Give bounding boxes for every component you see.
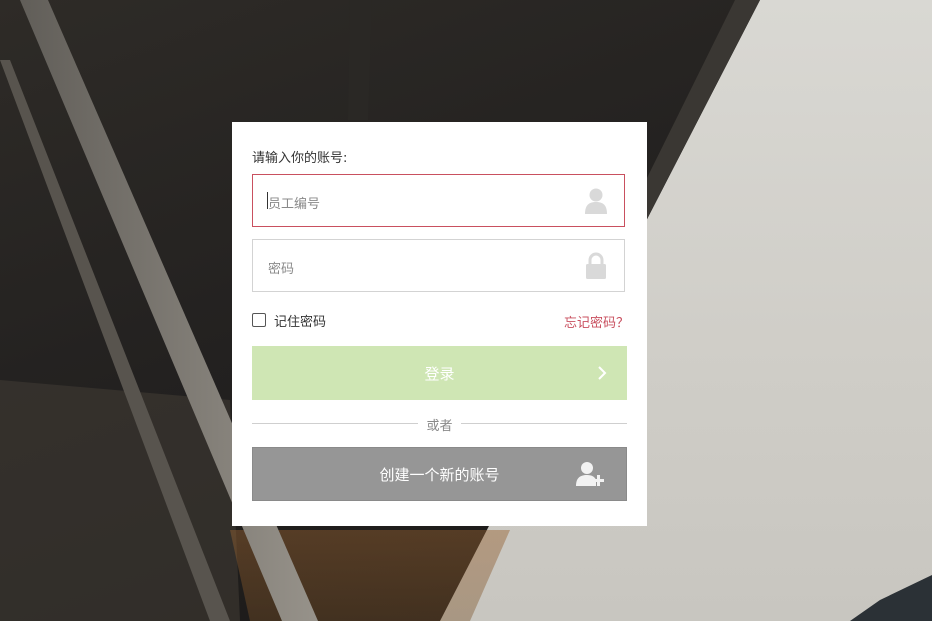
remember-checkbox[interactable] [252, 313, 266, 327]
forgot-password-link[interactable]: 忘记密码？ [564, 312, 629, 331]
login-card: 请输入你的账号: 员工编号 密码 记住密码 忘记密码？ 登录 或者 创建一个新的… [232, 122, 647, 526]
login-button-label: 登录 [424, 364, 455, 383]
or-divider: 或者 [252, 415, 627, 434]
chevron-right-icon [598, 366, 607, 380]
add-user-icon [576, 462, 604, 486]
divider-text: 或者 [426, 419, 453, 434]
lock-icon [586, 252, 606, 279]
username-placeholder: 员工编号 [268, 197, 321, 212]
create-account-button[interactable]: 创建一个新的账号 [252, 447, 627, 501]
user-icon [585, 188, 607, 214]
password-placeholder: 密码 [268, 262, 295, 277]
remember-password[interactable]: 记住密码 [252, 312, 327, 330]
login-button[interactable]: 登录 [252, 346, 627, 400]
divider-line-right [461, 423, 627, 424]
create-account-label: 创建一个新的账号 [379, 465, 500, 484]
login-prompt: 请输入你的账号: [252, 151, 348, 166]
remember-label: 记住密码 [274, 314, 327, 330]
password-field[interactable]: 密码 [252, 239, 625, 292]
username-field[interactable]: 员工编号 [252, 174, 625, 227]
